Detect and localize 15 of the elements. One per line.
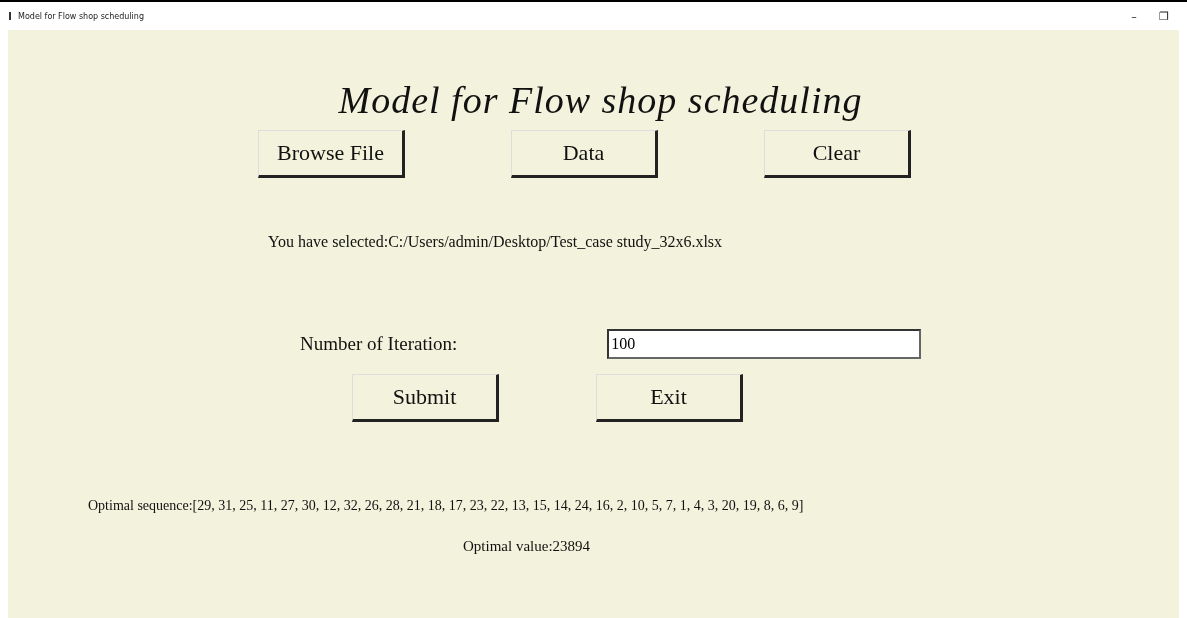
minimize-button[interactable]: – <box>1119 9 1149 23</box>
app-heading: Model for Flow shop scheduling <box>338 78 863 122</box>
window-title: Model for Flow shop scheduling <box>18 11 145 21</box>
action-button[interactable]: Browse File <box>258 130 405 178</box>
optimal-value-text: Optimal value:23894 <box>463 538 591 555</box>
exit-button[interactable]: Exit <box>596 374 743 422</box>
optimal-sequence-text: Optimal sequence:[29, 31, 25, 11, 27, 30, 12, 32, 26, 28, 21, 18, 17, 23, 22, 13, 15, 14, 24, 16, 2, 10, 5, 7, 1, 4, 3, 20, 19, 8, 6, 9] <box>88 498 804 514</box>
app-icon <box>8 12 12 20</box>
iteration-input[interactable]: 100 <box>607 329 922 359</box>
maximize-button[interactable]: ❐ <box>1149 9 1179 23</box>
action-button[interactable]: Clear <box>764 130 911 178</box>
submit-button[interactable]: Submit <box>352 374 499 422</box>
action-button[interactable]: Data <box>511 130 658 178</box>
iteration-label: Number of Iteration: <box>300 333 458 355</box>
selected-file-text: You have selected:C:/Users/admin/Desktop/Test_case study_32x6.xlsx <box>268 233 723 251</box>
